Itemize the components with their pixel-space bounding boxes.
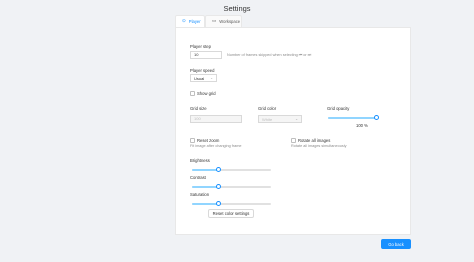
grid-opacity-slider[interactable] [328,115,379,120]
grid-opacity-value: 100 % [356,123,368,128]
grid-size-label: Grid size [190,106,207,111]
brightness-slider[interactable] [192,167,271,172]
player-step-label: Player step [190,44,211,49]
saturation-fill [192,203,219,205]
brightness-label: Brightness [190,158,210,163]
page-title: Settings [223,4,251,13]
brightness-fill [192,169,219,171]
tab-player-label: Player [188,19,201,24]
reset-color-settings-button[interactable]: Reset color settings [208,209,254,218]
brightness-handle[interactable] [215,167,221,172]
player-step-input[interactable]: 10 [190,51,222,59]
go-back-button[interactable]: Go back [381,239,411,249]
contrast-fill [192,186,219,188]
reset-zoom-label: Reset zoom [197,138,220,143]
play-circle-icon: ⊙ [182,18,186,24]
chevron-down-icon: ⌄ [210,76,213,80]
laptop-icon: ▭ [212,18,217,24]
saturation-slider[interactable] [192,201,271,206]
contrast-label: Contrast [190,175,206,180]
saturation-label: Saturation [190,192,210,197]
player-speed-value: Usual [194,75,205,81]
player-speed-label: Player speed [190,68,215,73]
tab-workspace[interactable]: ▭ Workspace [205,15,242,27]
saturation-handle[interactable] [215,201,221,206]
rotate-all-hint: Rotate all images simultaneously [291,144,347,148]
contrast-slider[interactable] [192,184,271,189]
grid-opacity-handle[interactable] [373,115,379,120]
grid-color-label: Grid color [258,106,277,111]
grid-color-value: White [262,116,273,122]
grid-size-input[interactable]: 100 [190,115,242,123]
rotate-all-label: Rotate all images [298,138,331,143]
reset-zoom-checkbox[interactable] [190,138,195,143]
contrast-handle[interactable] [215,184,221,189]
player-step-hint: Number of frames skipped when selecting … [227,53,312,57]
show-grid-checkbox[interactable] [190,91,195,96]
chevron-down-icon: ⌄ [295,117,298,121]
grid-color-select[interactable]: White ⌄ [258,115,302,123]
show-grid-label: Show grid [197,91,216,96]
grid-opacity-fill [328,117,376,119]
player-speed-select[interactable]: Usual ⌄ [190,74,217,82]
reset-zoom-hint: Fit image after changing frame [190,144,242,148]
grid-opacity-label: Grid opacity [327,106,350,111]
tab-player[interactable]: ⊙ Player [175,15,205,27]
tab-workspace-label: Workspace [219,19,241,24]
rotate-all-checkbox[interactable] [291,138,296,143]
